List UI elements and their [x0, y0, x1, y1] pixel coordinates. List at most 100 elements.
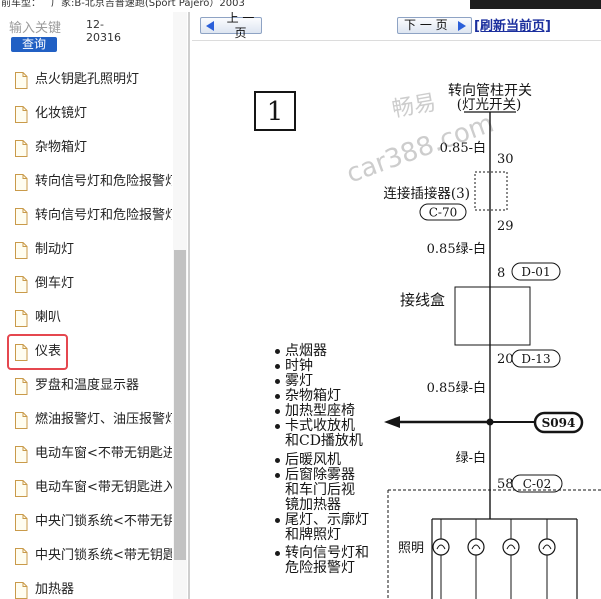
load-item: 时钟	[275, 359, 390, 374]
refresh-page-link[interactable]: [刷新当前页]	[474, 19, 551, 35]
bullet-mark	[275, 349, 280, 354]
sidebar-item-label: 制动灯	[35, 242, 75, 257]
arrow-right-icon	[458, 20, 466, 31]
bullet-mark	[275, 364, 280, 369]
sidebar-item[interactable]: 转向信号灯和危险报警灯	[0, 198, 172, 234]
splice-label: S094	[542, 416, 576, 430]
watermark-text: 畅易	[390, 90, 438, 122]
load-item-line: 加热型座椅	[285, 403, 355, 419]
connector-label: 连接插接器(3)	[383, 185, 470, 202]
document-icon	[14, 275, 28, 293]
sidebar-item[interactable]: 转向信号灯和危险报警灯	[0, 164, 172, 200]
header-bar: 前车型： 厂家:B-北京吉普速跑(Sport Pajero）2003	[1, 0, 245, 10]
document-icon	[14, 445, 28, 463]
sidebar-item[interactable]: 杂物箱灯	[0, 130, 172, 166]
sidebar-item-link[interactable]: 化妆镜灯	[7, 96, 94, 132]
sidebar-item-label: 点火钥匙孔照明灯	[35, 72, 140, 87]
sidebar-item[interactable]: 制动灯	[0, 232, 172, 268]
sidebar-item-link[interactable]: 点火钥匙孔照明灯	[7, 62, 146, 98]
bullet-mark	[275, 518, 280, 523]
bullet-mark	[275, 409, 280, 414]
arrow-left-icon	[206, 20, 214, 31]
sidebar-item[interactable]: 倒车灯	[0, 266, 172, 302]
document-icon	[14, 377, 28, 395]
sidebar-item[interactable]: 喇叭	[0, 300, 172, 336]
load-item-line: 杂物箱灯	[285, 388, 341, 404]
bullet-mark	[275, 394, 280, 399]
sidebar-item-link[interactable]: 中央门锁系统<带无钥匙	[7, 538, 172, 574]
sidebar-item-link[interactable]: 喇叭	[7, 300, 68, 336]
sidebar-item[interactable]: 中央门锁系统<不带无钥	[0, 504, 172, 540]
lamp-icon	[502, 519, 520, 599]
load-item: 转向信号灯和 危险报警灯	[275, 546, 390, 576]
load-list: 点烟器 时钟 雾灯 杂物箱灯 加热型座椅 卡式收放机 和CD播放机 后暖风机 后窗除雾器 和车门后…	[275, 12, 390, 599]
bullet-mark	[275, 473, 280, 478]
load-item-line: 和CD播放机	[285, 433, 363, 449]
sidebar-item[interactable]: 化妆镜灯	[0, 96, 172, 132]
switch-sub: (灯光开关)	[457, 97, 522, 113]
sidebar-item-label: 转向信号灯和危险报警灯	[35, 174, 172, 189]
load-item: 加热型座椅	[275, 404, 390, 419]
code-d01: D-01	[521, 265, 550, 279]
lamp-icon	[538, 519, 556, 599]
sidebar-item[interactable]: 加热器	[0, 572, 172, 599]
document-icon	[14, 547, 28, 565]
lamp-icon	[467, 519, 485, 599]
prev-page-label: 上 一 页	[226, 12, 255, 40]
sidebar-item[interactable]: 燃油报警灯、油压报警灯	[0, 402, 172, 438]
scrollbar-thumb[interactable]	[174, 250, 186, 560]
sidebar-item-label: 中央门锁系统<不带无钥	[35, 514, 172, 529]
sidebar-item-link[interactable]: 杂物箱灯	[7, 130, 94, 166]
prev-page-button[interactable]: 上 一 页	[200, 12, 262, 40]
sidebar-scrollbar[interactable]	[173, 12, 187, 599]
sidebar-item-label: 化妆镜灯	[35, 106, 88, 121]
bullet-mark	[275, 424, 280, 429]
sidebar-item-label: 罗盘和温度显示器	[35, 378, 140, 393]
wire-label-1: 0.85-白	[440, 140, 486, 156]
next-page-button[interactable]: 下 一 页	[397, 17, 472, 34]
load-item-line: 危险报警灯	[285, 560, 355, 576]
model-value: 厂家:B-北京吉普速跑(Sport Pajero）2003	[51, 0, 245, 9]
sidebar-item-link[interactable]: 罗盘和温度显示器	[7, 368, 146, 404]
sidebar-item-link[interactable]: 倒车灯	[7, 266, 81, 302]
document-icon	[14, 207, 28, 225]
model-label: 前车型：	[1, 0, 41, 9]
header-dark-bar	[470, 0, 601, 9]
sidebar-item-link[interactable]: 电动车窗<不带无钥匙进	[7, 436, 172, 472]
sidebar-item-link[interactable]: 仪表	[7, 334, 69, 370]
sidebar-item[interactable]: 点火钥匙孔照明灯	[0, 62, 172, 98]
sidebar-item-link[interactable]: 电动车窗<带无钥匙进入	[7, 470, 172, 506]
bullet-mark	[275, 551, 280, 556]
wire-label-4: 绿-白	[456, 450, 486, 466]
sidebar-item-link[interactable]: 燃油报警灯、油压报警灯	[7, 402, 172, 438]
sidebar-item[interactable]: 电动车窗<带无钥匙进入	[0, 470, 172, 506]
document-icon	[14, 139, 28, 157]
load-item-line: 后窗除雾器	[285, 467, 355, 483]
sidebar: 查询 12-20316 点火钥匙孔照明灯化妆镜灯杂物箱灯转向信号灯和危险报警灯转…	[0, 12, 188, 599]
sidebar-item-link[interactable]: 中央门锁系统<不带无钥	[7, 504, 172, 540]
sidebar-item[interactable]: 电动车窗<不带无钥匙进	[0, 436, 172, 472]
bullet-mark	[275, 458, 280, 463]
document-icon	[14, 241, 28, 259]
sidebar-item-label: 电动车窗<不带无钥匙进	[35, 446, 172, 461]
load-item-line: 雾灯	[285, 373, 313, 389]
load-item: 卡式收放机 和CD播放机	[275, 419, 390, 449]
lighting-module: 照明	[387, 489, 601, 599]
load-item-line: 转向信号灯和	[285, 545, 369, 561]
sidebar-item[interactable]: 仪表	[0, 334, 172, 370]
sidebar-item-label: 倒车灯	[35, 276, 75, 291]
content-panel: 上 一 页 下 一 页 [刷新当前页] 畅易 car388.com 1 转向管柱…	[192, 12, 601, 599]
bullet-mark	[275, 379, 280, 384]
document-icon	[14, 105, 28, 123]
load-item-line: 和车门后视	[285, 482, 355, 498]
document-icon	[14, 309, 28, 327]
sidebar-item-link[interactable]: 转向信号灯和危险报警灯	[7, 198, 172, 234]
sidebar-item[interactable]: 罗盘和温度显示器	[0, 368, 172, 404]
sidebar-item-label: 喇叭	[35, 310, 62, 325]
panel-divider[interactable]	[188, 12, 190, 599]
sidebar-item-link[interactable]: 加热器	[7, 572, 81, 599]
sidebar-item[interactable]: 中央门锁系统<带无钥匙	[0, 538, 172, 574]
sidebar-item-link[interactable]: 转向信号灯和危险报警灯	[7, 164, 172, 200]
code-d13: D-13	[521, 352, 550, 366]
sidebar-item-link[interactable]: 制动灯	[7, 232, 81, 268]
